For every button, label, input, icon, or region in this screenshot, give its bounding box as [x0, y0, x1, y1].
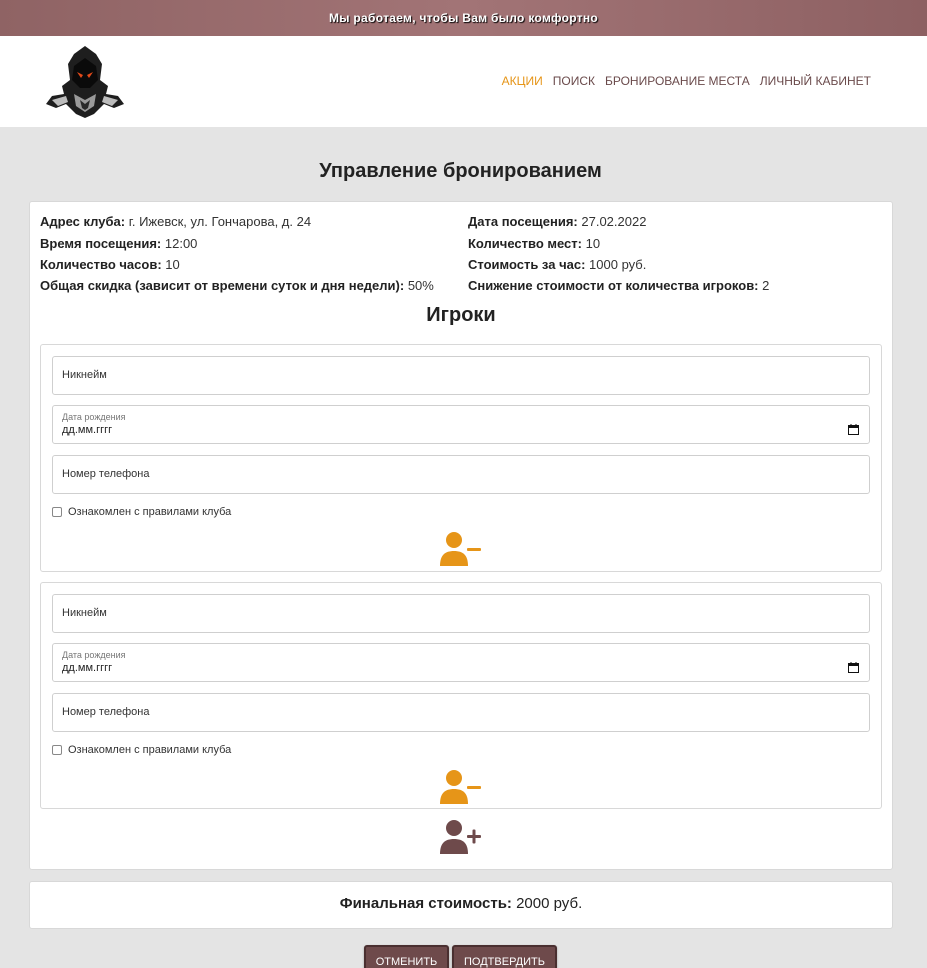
places-count-value: 10: [585, 236, 601, 251]
announcement-text: Мы работаем, чтобы Вам было комфортно: [328, 11, 599, 25]
places-count: Количество мест: 10: [468, 236, 600, 251]
player-card: Никнейм Дата рождения дд.мм.гггг Номер т…: [40, 344, 882, 572]
visit-date-value: 27.02.2022: [581, 214, 647, 229]
rules-checkbox-row: Ознакомлен с правилами клуба: [52, 744, 231, 756]
nav-account[interactable]: ЛИЧНЫЙ КАБИНЕТ: [760, 74, 871, 88]
user-plus-icon[interactable]: [439, 819, 483, 855]
hours-count-value: 10: [165, 257, 180, 272]
birth-date-value: дд.мм.гггг: [62, 424, 113, 436]
club-address-label: Адрес клуба:: [40, 214, 126, 229]
club-address-value: г. Ижевск, ул. Гончарова, д. 24: [128, 214, 312, 229]
user-minus-icon[interactable]: [439, 769, 483, 805]
hourly-price-label: Стоимость за час:: [468, 257, 586, 272]
phone-placeholder: Номер телефона: [62, 468, 150, 480]
player-card: Никнейм Дата рождения дд.мм.гггг Номер т…: [40, 582, 882, 809]
calendar-icon[interactable]: [848, 424, 859, 435]
nav-search[interactable]: ПОИСК: [553, 74, 595, 88]
player-reduction: Снижение стоимости от количества игроков…: [468, 278, 769, 293]
user-minus-icon[interactable]: [439, 531, 483, 567]
club-address: Адрес клуба: г. Ижевск, ул. Гончарова, д…: [40, 214, 311, 229]
nav-promotions[interactable]: АКЦИИ: [502, 74, 543, 88]
final-price-value: 2000 руб.: [516, 895, 583, 912]
rules-checkbox-row: Ознакомлен с правилами клуба: [52, 506, 231, 518]
cancel-button[interactable]: Отменить: [364, 945, 449, 968]
birth-date-input[interactable]: Дата рождения дд.мм.гггг: [52, 405, 870, 444]
visit-date-label: Дата посещения:: [468, 214, 578, 229]
rules-checkbox[interactable]: [52, 507, 62, 517]
confirm-button[interactable]: Подтвердить: [452, 945, 557, 968]
birth-date-input[interactable]: Дата рождения дд.мм.гггг: [52, 643, 870, 682]
birth-date-label: Дата рождения: [62, 650, 126, 660]
places-count-label: Количество мест:: [468, 236, 582, 251]
player-reduction-value: 2: [762, 278, 770, 293]
visit-date: Дата посещения: 27.02.2022: [468, 214, 646, 229]
nav-booking[interactable]: БРОНИРОВАНИЕ МЕСТА: [605, 74, 750, 88]
total-discount-value: 50%: [407, 278, 434, 293]
visit-time-label: Время посещения:: [40, 236, 162, 251]
site-header: АКЦИИ ПОИСК БРОНИРОВАНИЕ МЕСТА ЛИЧНЫЙ КА…: [0, 36, 927, 127]
player-reduction-label: Снижение стоимости от количества игроков…: [468, 278, 759, 293]
main-nav: АКЦИИ ПОИСК БРОНИРОВАНИЕ МЕСТА ЛИЧНЫЙ КА…: [502, 74, 871, 88]
rules-checkbox-label: Ознакомлен с правилами клуба: [68, 744, 232, 756]
birth-date-label: Дата рождения: [62, 412, 126, 422]
hours-count: Количество часов: 10: [40, 257, 180, 272]
total-discount-label: Общая скидка (зависит от времени суток и…: [40, 278, 405, 293]
hooded-figure-logo[interactable]: [44, 44, 126, 120]
rules-checkbox[interactable]: [52, 745, 62, 755]
hourly-price: Стоимость за час: 1000 руб.: [468, 257, 646, 272]
nickname-input[interactable]: Никнейм: [52, 356, 870, 395]
nickname-input[interactable]: Никнейм: [52, 594, 870, 633]
phone-input[interactable]: Номер телефона: [52, 693, 870, 732]
birth-date-value: дд.мм.гггг: [62, 662, 113, 674]
calendar-icon[interactable]: [848, 662, 859, 673]
final-price-label: Финальная стоимость:: [339, 895, 512, 912]
phone-input[interactable]: Номер телефона: [52, 455, 870, 494]
visit-time: Время посещения: 12:00: [40, 236, 197, 251]
announcement-bar: Мы работаем, чтобы Вам было комфортно: [0, 0, 927, 36]
visit-time-value: 12:00: [164, 236, 198, 251]
final-price-panel: Финальная стоимость: 2000 руб.: [29, 881, 893, 929]
players-title: Игроки: [426, 304, 496, 326]
hourly-price-value: 1000 руб.: [589, 257, 647, 272]
page-title: Управление бронированием: [319, 160, 602, 182]
total-discount: Общая скидка (зависит от времени суток и…: [40, 278, 434, 293]
nickname-placeholder: Никнейм: [62, 607, 107, 619]
rules-checkbox-label: Ознакомлен с правилами клуба: [68, 506, 232, 518]
nickname-placeholder: Никнейм: [62, 369, 107, 381]
booking-card: Адрес клуба: г. Ижевск, ул. Гончарова, д…: [29, 201, 893, 870]
hours-count-label: Количество часов:: [40, 257, 162, 272]
phone-placeholder: Номер телефона: [62, 706, 150, 718]
